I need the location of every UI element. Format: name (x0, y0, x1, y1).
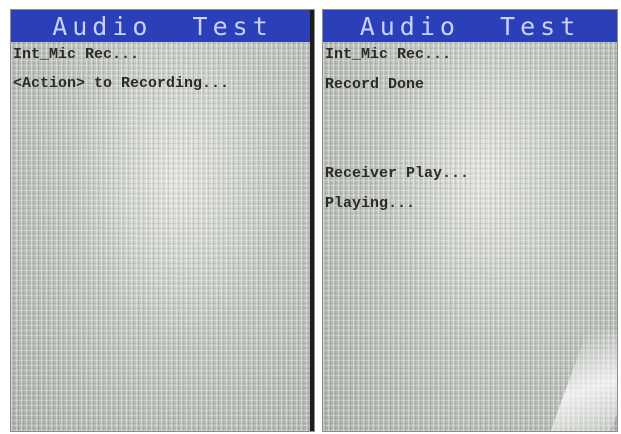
bezel-edge (310, 10, 314, 431)
title-bar: Audio Test (323, 10, 617, 42)
title-bar: Audio Test (11, 10, 314, 42)
device-screen-left: Audio Test Int_Mic Rec... <Action> to Re… (10, 9, 315, 432)
status-line-mic: Int_Mic Rec... (325, 46, 452, 63)
screen-glare (546, 331, 617, 431)
status-line-action-prompt: <Action> to Recording... (13, 75, 230, 92)
device-screen-right: Audio Test Int_Mic Rec... Record Done Re… (322, 9, 618, 432)
status-line-mic: Int_Mic Rec... (13, 46, 140, 63)
status-line-playing: Playing... (325, 195, 416, 212)
screen-title: Audio Test (52, 11, 273, 41)
screen-title: Audio Test (359, 11, 581, 41)
status-line-receiver-play: Receiver Play... (325, 165, 470, 182)
status-line-record-done: Record Done (325, 76, 425, 93)
